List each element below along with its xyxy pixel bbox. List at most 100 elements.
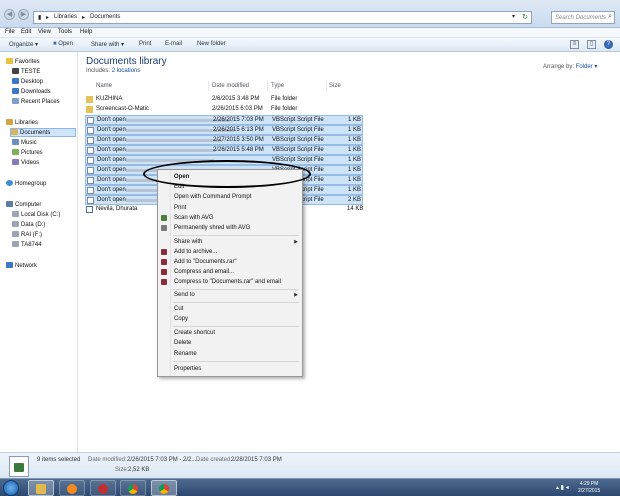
winrar-icon — [161, 279, 167, 285]
ctx-delete[interactable]: Delete — [158, 339, 302, 348]
file-size: 1 KB — [348, 147, 362, 153]
ctx-create-shortcut[interactable]: Create shortcut — [158, 329, 302, 338]
ctx-rename[interactable]: Rename — [158, 350, 302, 359]
ctx-shred-avg[interactable]: Permanently shred with AVG — [158, 224, 302, 233]
redacted-name — [126, 149, 216, 152]
new-folder-button[interactable]: New folder — [197, 41, 226, 47]
column-divider[interactable] — [208, 81, 209, 91]
address-dropdown-icon[interactable]: ▾ — [512, 13, 515, 20]
back-button[interactable]: ◀ — [4, 9, 15, 20]
ctx-compress-rar-email[interactable]: Compress to "Documents.rar" and email — [158, 278, 302, 287]
nav-pictures[interactable]: Pictures — [12, 149, 43, 158]
tray-icons[interactable]: ▴ ▮ ◂ — [556, 484, 569, 491]
view-options-icon[interactable]: ≡ — [570, 40, 579, 49]
file-name: Don't open — [97, 147, 126, 153]
taskbar-chrome[interactable] — [120, 480, 146, 496]
menu-file[interactable]: File — [5, 29, 15, 35]
nav-videos[interactable]: Videos — [12, 159, 39, 168]
ctx-compress-email[interactable]: Compress and email... — [158, 268, 302, 277]
nav-teste[interactable]: TESTE — [12, 68, 40, 77]
taskbar-chrome-2[interactable] — [151, 480, 177, 496]
file-row[interactable]: Don't open 2/26/2015 6:13 PM VBScript Scri… — [85, 125, 363, 135]
email-button[interactable]: E-mail — [165, 41, 182, 47]
context-menu: Open Edit Open with Command Prompt Print… — [157, 169, 303, 377]
nav-data-label: Data (D:) — [21, 222, 46, 228]
nav-homegroup[interactable]: Homegroup — [6, 180, 46, 189]
ctx-add-rar[interactable]: Add to "Documents.rar" — [158, 258, 302, 267]
column-size[interactable]: Size — [329, 83, 341, 89]
file-row[interactable]: Don't open 2/26/2015 7:03 PM VBScript Scri… — [85, 115, 363, 125]
ctx-properties[interactable]: Properties — [158, 365, 302, 374]
file-row[interactable]: Don't open 2/27/2015 3:50 PM VBScript Scri… — [85, 135, 363, 145]
start-button[interactable] — [3, 480, 19, 496]
navigation-pane: Favorites TESTE Desktop Downloads Recent… — [0, 52, 78, 452]
file-row[interactable]: KUZHINA 2/6/2015 3:48 PM File folder — [85, 95, 363, 105]
address-input[interactable]: ▮ ▸ Libraries ▸ Documents ▾ ↻ — [33, 11, 532, 24]
nav-homegroup-label: Homegroup — [15, 181, 47, 187]
ctx-scan-avg[interactable]: Scan with AVG — [158, 214, 302, 223]
breadcrumb-documents[interactable]: Documents — [90, 14, 120, 20]
ctx-share-with[interactable]: Share with ▶ — [158, 238, 302, 247]
tray-clock[interactable]: 4:29 PM 2/27/2015 — [578, 481, 600, 495]
file-size: 1 KB — [348, 137, 362, 143]
nav-libraries[interactable]: Libraries — [6, 119, 38, 128]
refresh-icon[interactable]: ↻ — [522, 13, 528, 21]
open-button[interactable]: ■ Open — [53, 41, 73, 47]
date-modified-value: 2/26/2015 7:03 PM - 2/2... — [127, 457, 197, 463]
column-divider[interactable] — [267, 81, 268, 91]
column-divider[interactable] — [326, 81, 327, 91]
nav-desktop[interactable]: Desktop — [12, 78, 43, 87]
nav-recent-places[interactable]: Recent Places — [12, 98, 60, 107]
nav-local-disk[interactable]: Local Disk (C:) — [12, 211, 60, 220]
library-title: Documents library — [86, 56, 167, 67]
script-file-icon — [87, 177, 94, 184]
file-name: Don't open — [97, 167, 126, 173]
file-size: 1 KB — [348, 117, 362, 123]
arrange-by-dropdown[interactable]: Folder ▾ — [576, 64, 598, 70]
taskbar-explorer[interactable] — [28, 480, 54, 496]
menu-tools[interactable]: Tools — [58, 29, 72, 35]
ctx-copy[interactable]: Copy — [158, 315, 302, 324]
includes-locations-link[interactable]: 2 locations — [112, 68, 141, 74]
nav-music[interactable]: Music — [12, 139, 37, 148]
ctx-print[interactable]: Print — [158, 204, 302, 213]
nav-computer[interactable]: Computer — [6, 201, 41, 210]
ctx-send-to[interactable]: Send to ▶ — [158, 291, 302, 300]
preview-pane-icon[interactable]: ▯ — [587, 40, 596, 49]
menu-view[interactable]: View — [38, 29, 51, 35]
taskbar-avg[interactable] — [90, 480, 116, 496]
ctx-cut[interactable]: Cut — [158, 305, 302, 314]
nav-rai-drive[interactable]: RAI (F:) — [12, 231, 42, 240]
print-button[interactable]: Print — [139, 41, 151, 47]
nav-favorites[interactable]: Favorites — [6, 58, 40, 67]
file-row[interactable]: Screencast-O-Matic 2/26/2015 6:03 PM File … — [85, 105, 363, 115]
ctx-separator — [173, 361, 299, 362]
forward-button[interactable]: ▶ — [18, 9, 29, 20]
nav-documents[interactable]: Documents — [10, 128, 76, 137]
ctx-open-command-prompt[interactable]: Open with Command Prompt — [158, 193, 302, 202]
breadcrumb-libraries[interactable]: Libraries — [54, 14, 77, 20]
search-input[interactable]: Search Documents ⌕ — [551, 11, 615, 24]
nav-data-drive[interactable]: Data (D:) — [12, 221, 45, 230]
file-row[interactable]: Don't open 2/26/2015 5:48 PM VBScript Scri… — [85, 145, 363, 155]
nav-ta8744[interactable]: TA8744 — [12, 241, 42, 250]
nav-favorites-label: Favorites — [15, 59, 40, 65]
column-type[interactable]: Type — [271, 83, 284, 89]
organize-button[interactable]: Organize ▾ — [9, 41, 38, 48]
nav-network[interactable]: Network — [6, 262, 37, 271]
menu-edit[interactable]: Edit — [21, 29, 31, 35]
script-file-icon — [87, 127, 94, 134]
share-with-button[interactable]: Share with ▾ — [91, 41, 124, 48]
column-name[interactable]: Name — [96, 83, 112, 89]
folder-icon — [36, 484, 46, 494]
file-name: Don't open — [97, 157, 126, 163]
ctx-add-archive[interactable]: Add to archive... — [158, 248, 302, 257]
date-created-value: 2/28/2015 7:03 PM — [231, 457, 282, 463]
help-icon[interactable]: ? — [604, 40, 613, 49]
nav-downloads[interactable]: Downloads — [12, 88, 51, 97]
star-icon — [6, 58, 13, 64]
column-date-modified[interactable]: Date modified — [212, 83, 249, 89]
taskbar-media-player[interactable] — [59, 480, 85, 496]
clock-date: 2/27/2015 — [578, 488, 601, 494]
menu-help[interactable]: Help — [80, 29, 92, 35]
